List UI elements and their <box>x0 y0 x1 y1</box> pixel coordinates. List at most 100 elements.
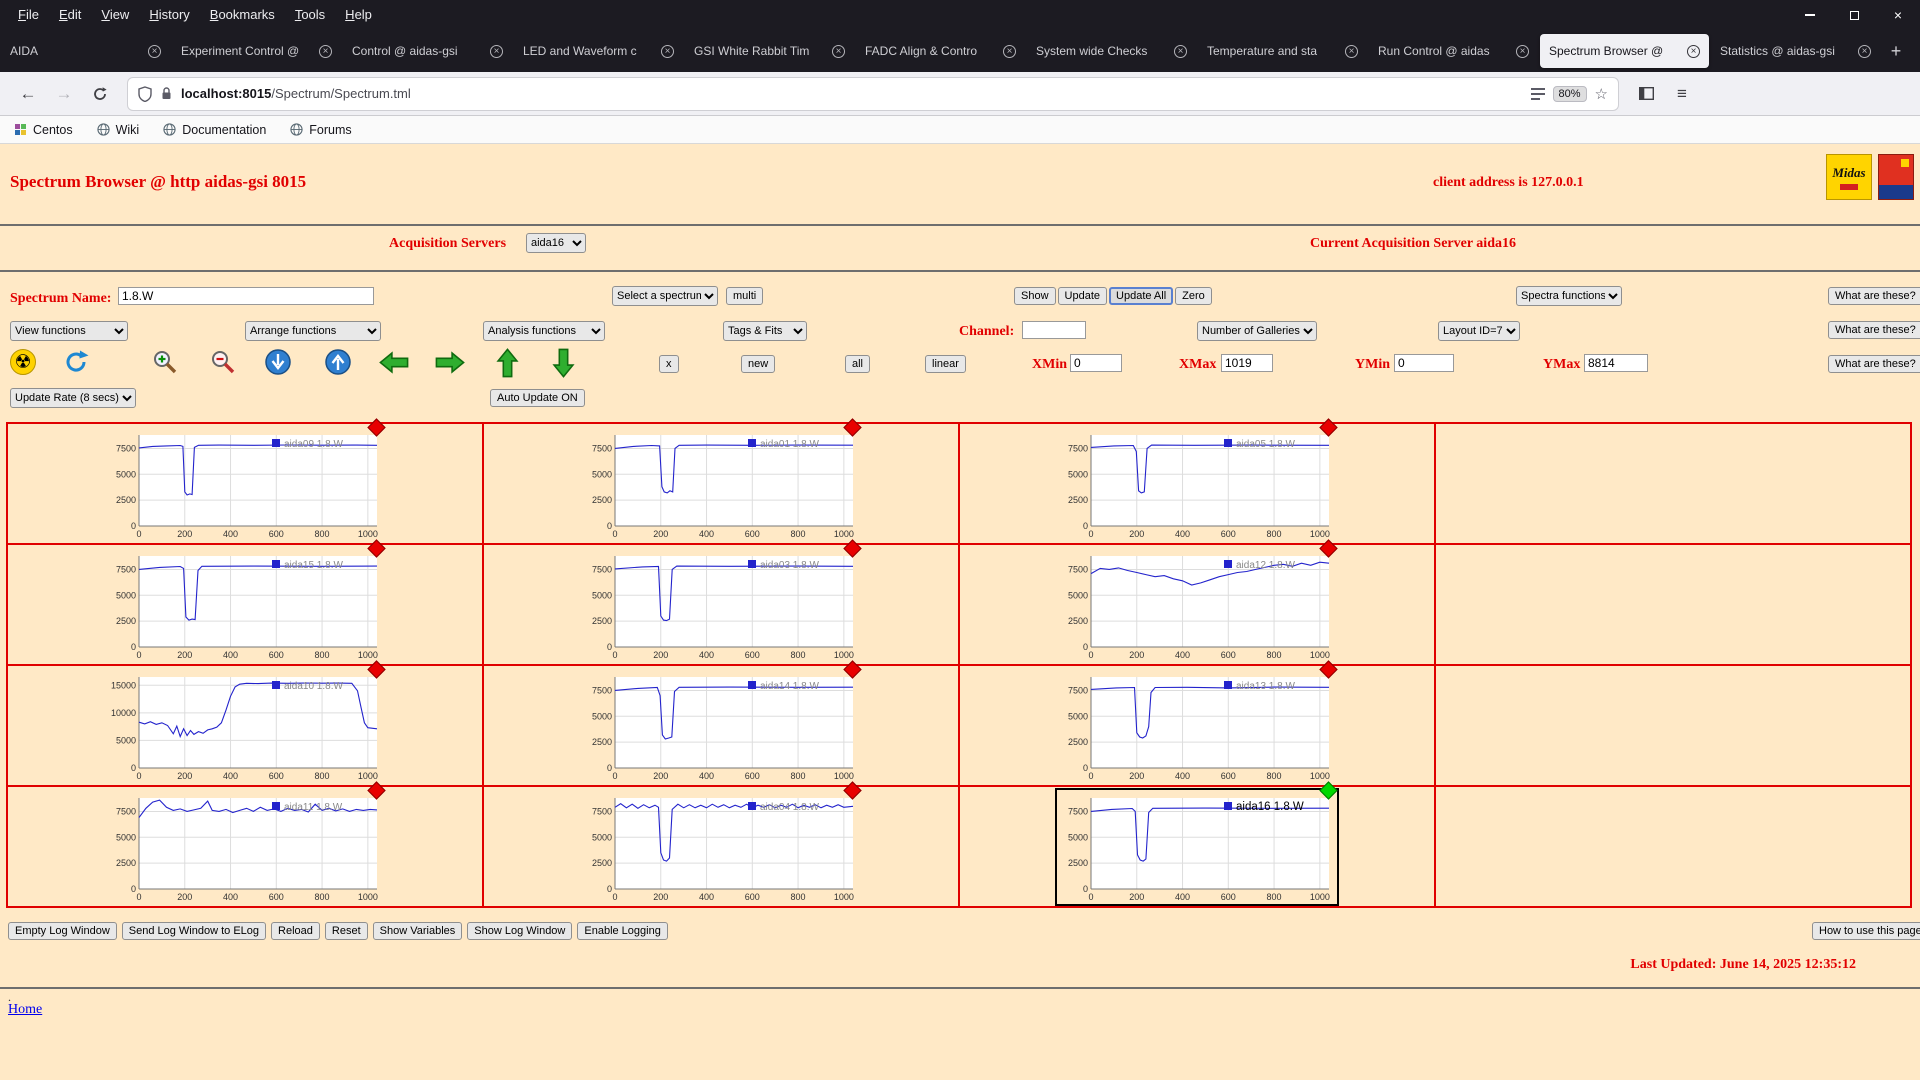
radiation-icon[interactable]: ☢ <box>10 349 36 375</box>
spectrum-chart-aida14[interactable]: 0 200 400 600 800 1000 0 2500 5000 7500 aida14 1.8… <box>581 659 862 783</box>
update-button[interactable]: Update <box>1057 287 1108 305</box>
how-to-use-button[interactable]: How to use this page <box>1812 922 1920 940</box>
spectrum-cell[interactable]: 0 200 400 600 800 1000 0 2500 5000 7500 aida12 1.8… <box>959 538 1435 665</box>
spectrum-chart-aida10[interactable]: 0 200 400 600 800 1000 0 5000 10000 15000 aida10 1… <box>105 659 386 783</box>
spectrum-cell[interactable] <box>1435 423 1911 544</box>
tab-close-icon[interactable]: × <box>1516 44 1529 58</box>
tab-close-icon[interactable]: × <box>319 44 332 58</box>
tracking-shield-icon[interactable] <box>138 85 152 102</box>
tab-close-icon[interactable]: × <box>1003 44 1016 58</box>
menu-bookmarks[interactable]: Bookmarks <box>200 0 285 30</box>
multi-button[interactable]: multi <box>726 287 764 305</box>
spectrum-name-input[interactable] <box>118 287 374 305</box>
forward-icon[interactable]: → <box>48 79 80 109</box>
spectrum-cell[interactable]: 0 200 400 600 800 1000 0 2500 5000 7500 aida04 1.8… <box>483 780 959 907</box>
spectrum-cell[interactable] <box>1435 544 1911 665</box>
xmax-input[interactable] <box>1221 354 1273 372</box>
zoom-level-badge[interactable]: 80% <box>1552 85 1587 102</box>
show-variables-button[interactable]: Show Variables <box>372 922 463 940</box>
menu-file[interactable]: File <box>8 0 49 30</box>
what-are-these-button-1[interactable]: What are these? <box>1828 287 1920 305</box>
tab-close-icon[interactable]: × <box>661 44 674 58</box>
tab-system-checks[interactable]: System wide Checks × <box>1027 34 1196 68</box>
empty-log-window-button[interactable]: Empty Log Window <box>8 922 117 940</box>
bookmark-wiki[interactable]: Wiki <box>96 123 139 137</box>
view-functions-dropdown[interactable]: View functions <box>10 321 128 341</box>
spectrum-cell[interactable]: 0 200 400 600 800 1000 0 2500 5000 7500 aida14 1.8… <box>483 659 959 786</box>
menu-edit[interactable]: Edit <box>49 0 91 30</box>
tab-close-icon[interactable]: × <box>1345 44 1358 58</box>
spectrum-cell[interactable]: 0 200 400 600 800 1000 0 5000 10000 15000 aida10 1… <box>7 659 483 786</box>
spectrum-cell[interactable]: 0 200 400 600 800 1000 0 2500 5000 7500 aida16 1.8… <box>959 780 1435 907</box>
linear-button[interactable]: linear <box>925 355 966 373</box>
tab-close-icon[interactable]: × <box>1174 44 1187 58</box>
update-rate-dropdown[interactable]: Update Rate (8 secs) <box>10 388 136 408</box>
back-icon[interactable]: ← <box>12 79 44 109</box>
arrange-functions-dropdown[interactable]: Arrange functions <box>245 321 381 341</box>
tab-white-rabbit[interactable]: GSI White Rabbit Tim × <box>685 34 854 68</box>
spectrum-chart-aida13[interactable]: 0 200 400 600 800 1000 0 2500 5000 7500 aida13 1.8… <box>1057 659 1338 783</box>
spectrum-cell[interactable]: 0 200 400 600 800 1000 0 2500 5000 7500 aida11 1.8… <box>7 780 483 907</box>
zoom-out-icon[interactable] <box>208 349 238 381</box>
scroll-right-icon[interactable] <box>434 351 466 379</box>
sidebar-icon[interactable] <box>1630 79 1662 109</box>
tab-led-waveform[interactable]: LED and Waveform c × <box>514 34 683 68</box>
number-of-galleries-dropdown[interactable]: Number of Galleries <box>1197 321 1317 341</box>
zoom-in-icon[interactable] <box>150 349 180 381</box>
xmin-input[interactable] <box>1070 354 1122 372</box>
close-icon[interactable]: × <box>1876 0 1920 30</box>
what-are-these-button-3[interactable]: What are these? <box>1828 355 1920 373</box>
show-log-window-button[interactable]: Show Log Window <box>467 922 573 940</box>
spectrum-chart-aida11[interactable]: 0 200 400 600 800 1000 0 2500 5000 7500 aida11 1.8… <box>105 780 386 904</box>
refresh-icon[interactable] <box>62 348 90 381</box>
bookmark-star-icon[interactable]: ☆ <box>1595 85 1608 103</box>
tab-spectrum-browser[interactable]: Spectrum Browser @ × <box>1540 34 1709 68</box>
tab-statistics[interactable]: Statistics @ aidas-gsi × <box>1711 34 1880 68</box>
tab-control-aidas-gsi[interactable]: Control @ aidas-gsi × <box>343 34 512 68</box>
scroll-left-icon[interactable] <box>378 351 410 379</box>
menu-tools[interactable]: Tools <box>285 0 335 30</box>
channel-input[interactable] <box>1022 321 1086 339</box>
tab-close-icon[interactable]: × <box>148 44 161 58</box>
shrink-y-icon[interactable] <box>324 348 352 381</box>
tab-experiment-control[interactable]: Experiment Control @ × <box>172 34 341 68</box>
ymin-input[interactable] <box>1394 354 1454 372</box>
url-bar[interactable]: localhost:8015/Spectrum/Spectrum.tml 80%… <box>128 77 1618 110</box>
spectrum-cell[interactable]: 0 200 400 600 800 1000 0 2500 5000 7500 aida03 1.8… <box>483 538 959 665</box>
enable-logging-button[interactable]: Enable Logging <box>577 922 668 940</box>
minimize-icon[interactable] <box>1788 0 1832 30</box>
spectrum-chart-aida12[interactable]: 0 200 400 600 800 1000 0 2500 5000 7500 aida12 1.8… <box>1057 538 1338 662</box>
what-are-these-button-2[interactable]: What are these? <box>1828 321 1920 339</box>
tab-fadc-align[interactable]: FADC Align & Contro × <box>856 34 1025 68</box>
acquisition-server-select[interactable]: aida16 <box>526 233 586 253</box>
update-all-button[interactable]: Update All <box>1109 287 1174 305</box>
spectrum-cell[interactable]: 0 200 400 600 800 1000 0 2500 5000 7500 aida01 1.8… <box>483 417 959 544</box>
spectrum-cell[interactable] <box>1435 665 1911 786</box>
tab-close-icon[interactable]: × <box>1858 44 1871 58</box>
spectrum-cell[interactable]: 0 200 400 600 800 1000 0 2500 5000 7500 aida15 1.8… <box>7 538 483 665</box>
bookmark-centos[interactable]: Centos <box>14 123 73 137</box>
hamburger-menu-icon[interactable]: ≡ <box>1666 79 1698 109</box>
reset-button[interactable]: Reset <box>324 922 368 940</box>
menu-history[interactable]: History <box>139 0 199 30</box>
spectrum-cell[interactable]: 0 200 400 600 800 1000 0 2500 5000 7500 aida05 1.8… <box>959 417 1435 544</box>
reload-icon[interactable] <box>84 79 116 109</box>
spectrum-cell[interactable]: 0 200 400 600 800 1000 0 2500 5000 7500 aida09 1.8… <box>7 417 483 544</box>
auto-update-button[interactable]: Auto Update ON <box>490 389 585 407</box>
bookmark-forums[interactable]: Forums <box>290 123 352 137</box>
show-button[interactable]: Show <box>1014 287 1056 305</box>
spectrum-chart-aida15[interactable]: 0 200 400 600 800 1000 0 2500 5000 7500 aida15 1.8… <box>105 538 386 662</box>
spectrum-chart-aida03[interactable]: 0 200 400 600 800 1000 0 2500 5000 7500 aida03 1.8… <box>581 538 862 662</box>
ymax-input[interactable] <box>1584 354 1648 372</box>
spectra-functions-dropdown[interactable]: Spectra functions <box>1516 286 1622 306</box>
scroll-down-icon[interactable] <box>552 347 575 384</box>
tab-close-icon[interactable]: × <box>490 44 503 58</box>
tags-fits-dropdown[interactable]: Tags & Fits <box>723 321 807 341</box>
spectrum-chart-aida05[interactable]: 0 200 400 600 800 1000 0 2500 5000 7500 aida05 1.8… <box>1057 417 1338 541</box>
reader-mode-icon[interactable] <box>1530 87 1545 100</box>
tab-temperature[interactable]: Temperature and sta × <box>1198 34 1367 68</box>
select-spectrum-dropdown[interactable]: Select a spectrum <box>612 286 718 306</box>
all-button[interactable]: all <box>845 355 871 373</box>
scroll-up-icon[interactable] <box>496 347 519 384</box>
spectrum-chart-aida09[interactable]: 0 200 400 600 800 1000 0 2500 5000 7500 aida09 1.8… <box>105 417 386 541</box>
